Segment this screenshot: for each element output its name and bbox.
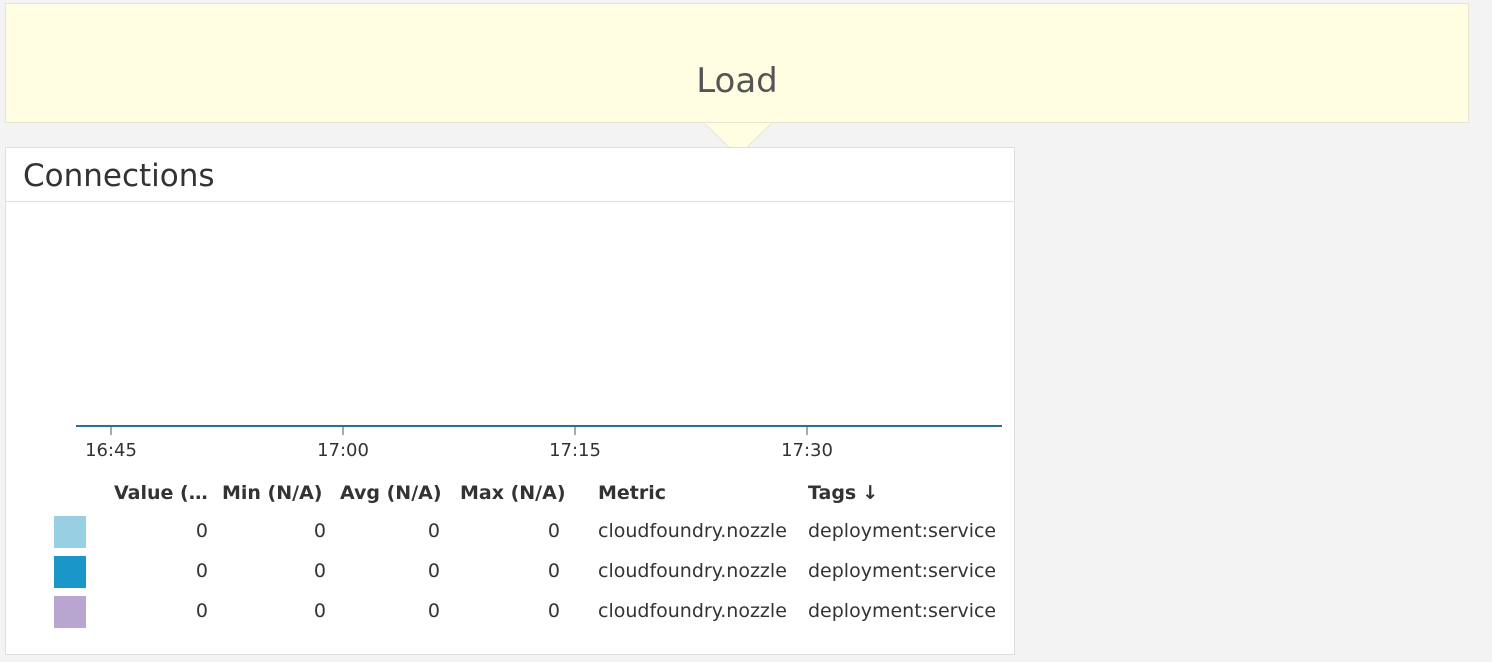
color-swatch bbox=[54, 596, 86, 628]
x-axis-tick-label: 17:15 bbox=[549, 440, 601, 461]
group-title: Load bbox=[696, 61, 778, 101]
column-header-tags[interactable]: Tags ↓ bbox=[808, 474, 1004, 512]
column-header-metric[interactable]: Metric bbox=[598, 474, 788, 512]
legend-min: 0 bbox=[313, 560, 326, 582]
legend-value: 0 bbox=[195, 600, 208, 622]
legend-row[interactable]: 0 0 0 0 cloudfoundry.nozzle deployment:servic… bbox=[54, 592, 1004, 632]
legend-tags: deployment:service bbox=[808, 560, 997, 582]
legend-max: 0 bbox=[547, 600, 560, 622]
legend-min: 0 bbox=[313, 600, 326, 622]
connections-chart[interactable]: 16:45 17:00 17:15 17:30 bbox=[6, 202, 1014, 472]
color-swatch bbox=[54, 556, 86, 588]
legend-metric: cloudfoundry.nozzle bbox=[598, 520, 787, 542]
widget-title: Connections bbox=[23, 158, 215, 194]
legend-avg: 0 bbox=[427, 600, 440, 622]
legend-metric: cloudfoundry.nozzle bbox=[598, 600, 787, 622]
legend-max: 0 bbox=[547, 520, 560, 542]
column-header-min[interactable]: Min (N/A) bbox=[222, 474, 326, 512]
legend-tags: deployment:service bbox=[808, 600, 997, 622]
legend-value: 0 bbox=[195, 560, 208, 582]
legend-body: 0 0 0 0 cloudfoundry.nozzle deployment:servic… bbox=[54, 512, 1004, 632]
legend-tags: deployment:service bbox=[808, 520, 997, 542]
legend-row[interactable]: 0 0 0 0 cloudfoundry.nozzle deployment:servic… bbox=[54, 512, 1004, 552]
legend-row[interactable]: 0 0 0 0 cloudfoundry.nozzle deployment:servic… bbox=[54, 552, 1004, 592]
legend-min: 0 bbox=[313, 520, 326, 542]
legend-metric: cloudfoundry.nozzle bbox=[598, 560, 787, 582]
group-header-load[interactable]: Load bbox=[5, 3, 1469, 123]
series-color-swatch bbox=[54, 512, 88, 550]
series-color-swatch bbox=[54, 552, 88, 590]
connections-widget[interactable]: Connections 16:45 17:00 17:15 17:30 Value (… bbox=[5, 147, 1015, 655]
series-color-swatch bbox=[54, 592, 88, 630]
color-swatch bbox=[54, 516, 86, 548]
legend-header-row: Value (N/A) Min (N/A) Avg (N/A) Max (N/A… bbox=[54, 474, 1004, 512]
column-header-value[interactable]: Value (N/A) bbox=[114, 474, 208, 512]
legend-value: 0 bbox=[195, 520, 208, 542]
x-axis-tick-label: 17:30 bbox=[781, 440, 833, 461]
column-header-max[interactable]: Max (N/A) bbox=[460, 474, 566, 512]
widget-header[interactable]: Connections bbox=[6, 148, 1014, 202]
column-header-tags-label: Tags bbox=[808, 482, 857, 504]
legend-avg: 0 bbox=[427, 560, 440, 582]
sort-down-icon: ↓ bbox=[862, 482, 879, 504]
x-axis-tick-label: 17:00 bbox=[317, 440, 369, 461]
column-header-avg[interactable]: Avg (N/A) bbox=[340, 474, 444, 512]
legend-max: 0 bbox=[547, 560, 560, 582]
legend-table: Value (N/A) Min (N/A) Avg (N/A) Max (N/A… bbox=[54, 474, 1004, 632]
x-axis-tick-label: 16:45 bbox=[85, 440, 137, 461]
dashboard: Load Connections 16:45 17:00 17:15 17:30 Va… bbox=[0, 0, 1492, 662]
legend-avg: 0 bbox=[427, 520, 440, 542]
